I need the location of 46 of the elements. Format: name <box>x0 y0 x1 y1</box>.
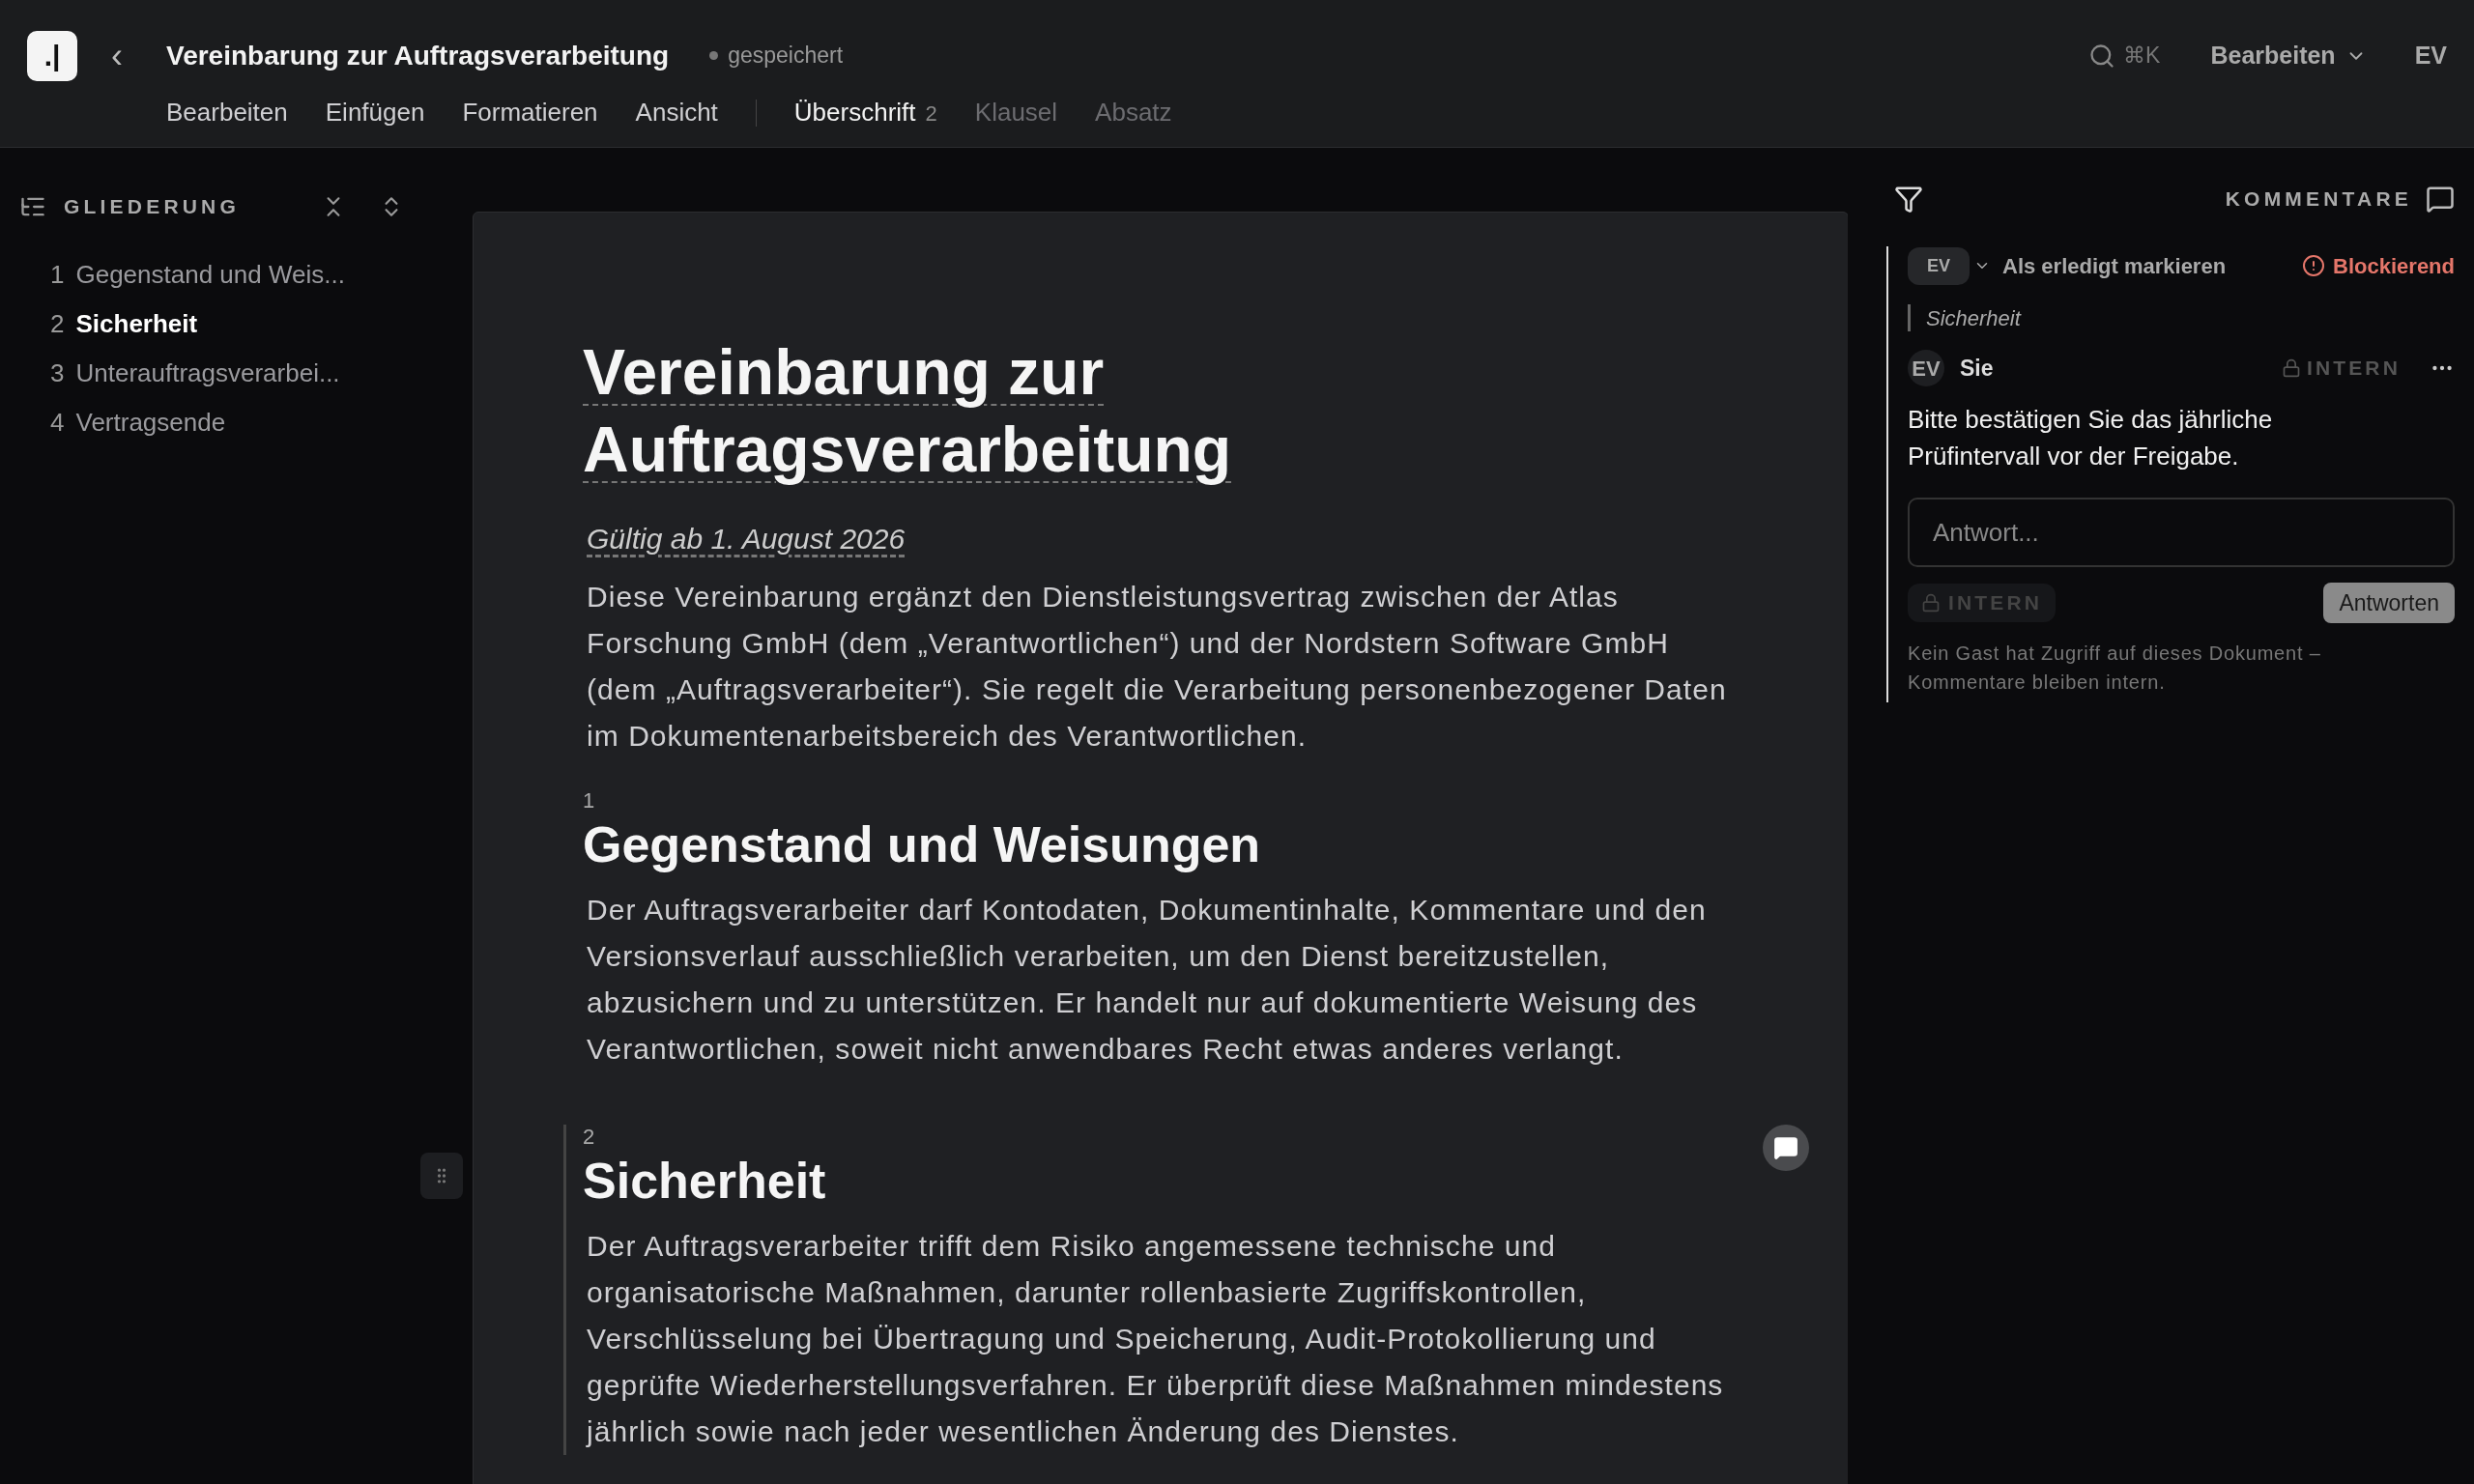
section-heading: Sicherheit <box>583 1152 827 1211</box>
search-icon[interactable] <box>2088 42 2116 70</box>
section-heading: Gegenstand und Weisungen <box>583 815 1262 874</box>
access-note: Kein Gast hat Zugriff auf dieses Dokument – Kommentare bleiben intern. <box>1908 642 2322 695</box>
section-paragraph: Der Auftragsverarbeiter trifft dem Risiko angemessene technische und organisatorische Maßnahmen, darunter rollenbasierte Zugriffskontrollen, Verschlüsselung bei Übertragung und Speicherung, Audit-Protokollierung und geprüfte Wiederherstellungsverfahren. Er überprüft diese Maßnahmen mindestens jährlich sowie nach jeder wesentlichen Änderung des Dienstes. <box>587 1229 1725 1449</box>
app-logo[interactable]: .| <box>27 30 77 81</box>
comments-icon[interactable] <box>2426 185 2455 214</box>
reply-field[interactable]: Antwort... <box>1908 498 2455 567</box>
lock-icon <box>1921 593 1941 613</box>
menu-item[interactable]: Formatieren <box>462 94 598 131</box>
filter-icon[interactable] <box>1894 185 1923 214</box>
author-avatar: EV <box>1908 350 1944 386</box>
alert-icon <box>2302 254 2326 277</box>
section-paragraph: Der Auftragsverarbeiter darf Kontodaten, Dokumentinhalte, Kommentare und den Versionsverlauf ausschließlich verarbeiten, um den Dienst bereitzustellen, abzusichern und zu unterstützen. Er handelt nur auf dokumentierte Weisung des Verantwortlichen, soweit nicht anwendbares Recht etwas anderes verlangt. <box>587 893 1708 1067</box>
save-status: gespeichert <box>728 42 844 71</box>
back-button[interactable]: ‹ <box>102 29 131 82</box>
comments-title: KOMMENTARE <box>2225 186 2412 213</box>
speech-bubble-icon <box>1773 1135 1798 1160</box>
outline-item[interactable]: 3 Unterauftragsverarbei... <box>19 349 425 398</box>
document-title: Vereinbarung zur Auftragsverarbeitung <box>166 39 670 72</box>
section-number: 1 <box>583 788 596 813</box>
document-heading: Auftragsverarbeitung <box>583 413 1232 487</box>
menu-item[interactable]: Ansicht <box>635 94 718 131</box>
effective-date: Gültig ab 1. August 2026 <box>587 522 906 556</box>
menu-item[interactable]: Bearbeiten <box>166 94 288 131</box>
mode-dropdown[interactable]: Bearbeiten <box>2210 37 2367 74</box>
shortcut-hint: ⌘K <box>2123 42 2161 71</box>
author-name: Sie <box>1960 354 1994 383</box>
document-heading: Vereinbarung zur <box>583 335 1105 410</box>
outline-item[interactable]: 1 Gegenstand und Weis... <box>19 250 425 300</box>
block-type-tab[interactable]: Überschrift 2 <box>793 94 937 131</box>
comment-button[interactable] <box>1763 1125 1809 1171</box>
comment-text: Bitte bestätigen Sie das jährliche Prüfintervall vor der Freigabe. <box>1908 404 2274 472</box>
outline-item[interactable]: 4 Vertragsende <box>19 398 425 447</box>
lock-icon <box>2281 358 2301 378</box>
drag-handle[interactable] <box>420 1153 463 1199</box>
reply-button[interactable]: Antworten <box>2323 583 2455 623</box>
menu-item[interactable]: Einfügen <box>325 94 425 131</box>
intro-paragraph: Diese Vereinbarung ergänzt den Dienstleistungsvertrag zwischen der Atlas Forschung GmbH (dem „Verantwortlichen“) und der Nordstern Software GmbH (dem „Auftragsverarbeiter“). Sie regelt die Verarbeitung personenbezogener Daten im Dokumentenarbeitsbereich des Verantwortlichen. <box>587 580 1728 754</box>
resolve-button[interactable]: Als erledigt markieren <box>2002 249 2227 282</box>
quoted-section: Sicherheit <box>1926 301 2021 334</box>
visibility-label: INTERN <box>2306 356 2401 382</box>
priority-label: Blockierend <box>2333 252 2455 280</box>
outline-title: GLIEDERUNG <box>64 194 240 220</box>
outline-item[interactable]: 2 Sicherheit <box>19 300 425 349</box>
section-number: 2 <box>583 1125 596 1150</box>
